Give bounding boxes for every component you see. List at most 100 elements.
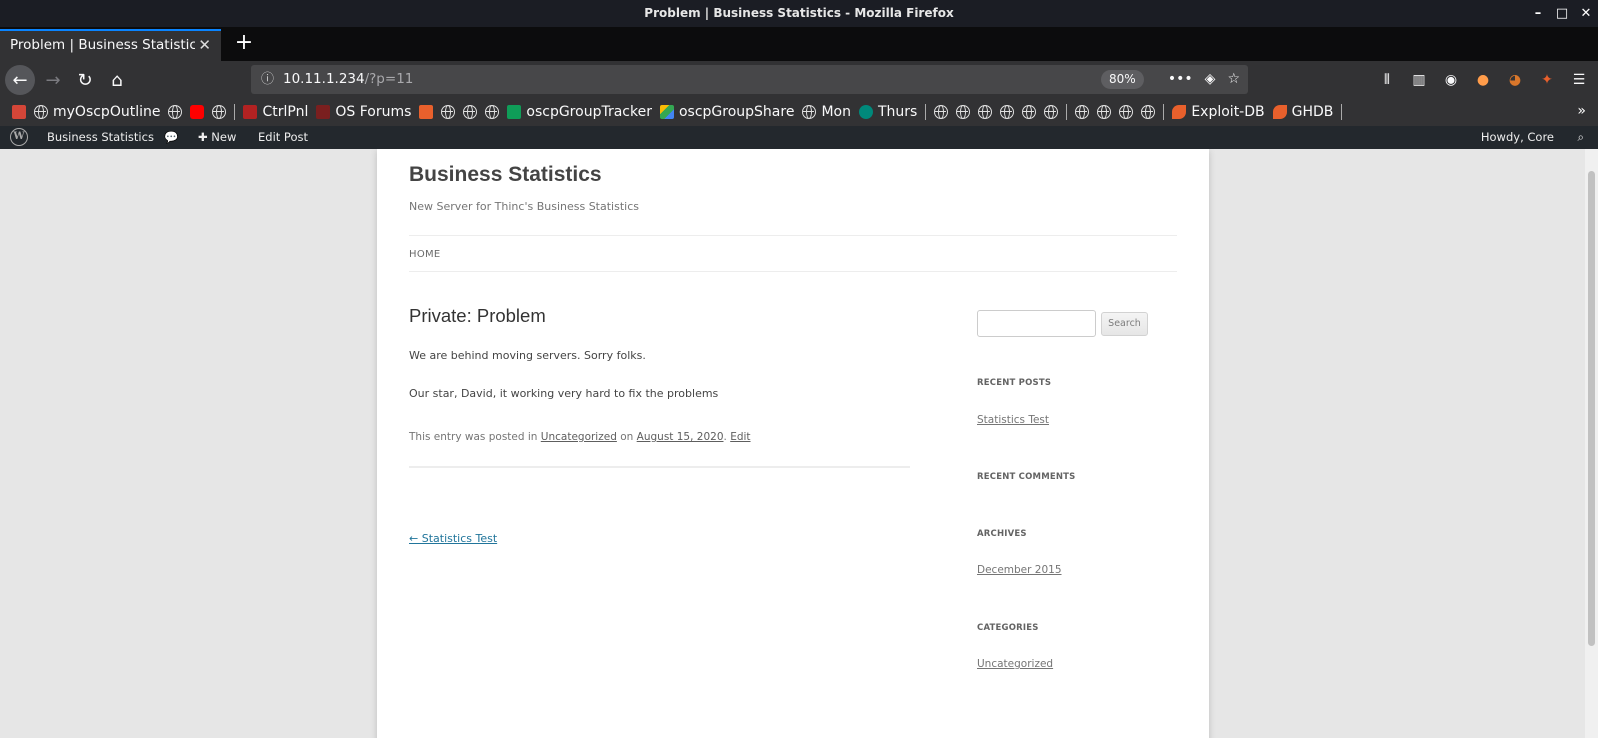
bookmark-myoscpoutline[interactable]: myOscpOutline: [34, 104, 160, 120]
search-icon[interactable]: ⌕: [1578, 126, 1584, 149]
youtube-icon[interactable]: [190, 105, 205, 119]
scrollbar-thumb[interactable]: [1588, 171, 1595, 646]
tab-strip: Problem | Business Statistics ✕ +: [0, 27, 1598, 61]
post-meta: This entry was posted in Uncategorized o…: [409, 431, 751, 443]
wordpress-logo-icon[interactable]: W: [10, 128, 28, 146]
globe-icon[interactable]: [1119, 105, 1134, 119]
exploit-db-icon: [1172, 105, 1187, 119]
wp-howdy[interactable]: Howdy, Core: [1481, 126, 1554, 149]
bookmark-label: Mon: [821, 104, 851, 120]
url-bar[interactable]: ⓘ 10.11.1.234/?p=11 80% ••• ◈ ☆: [251, 65, 1248, 94]
page-viewport: Business Statistics New Server for Thinc…: [0, 149, 1598, 738]
edit-link[interactable]: Edit: [730, 431, 750, 443]
new-tab-button[interactable]: +: [232, 29, 256, 59]
home-button[interactable]: ⌂: [102, 65, 132, 95]
bookmark-separator: [1341, 104, 1343, 120]
globe-icon[interactable]: [485, 105, 500, 119]
bookmark-star-icon[interactable]: ☆: [1227, 65, 1240, 94]
sidebar-search-input[interactable]: [977, 310, 1096, 337]
site-description: New Server for Thinc's Business Statisti…: [409, 200, 639, 213]
lightning-icon[interactable]: [419, 105, 434, 119]
os-forums-icon: [316, 105, 331, 119]
bookmark-mon[interactable]: Mon: [802, 104, 851, 120]
gmail-icon[interactable]: [12, 105, 26, 119]
globe-icon[interactable]: [1075, 105, 1090, 119]
info-icon[interactable]: ⓘ: [261, 65, 274, 94]
globe-icon: [34, 105, 48, 119]
bookmark-label: oscpGroupShare: [678, 104, 795, 120]
reload-button[interactable]: ↻: [70, 65, 100, 95]
extension-fox-icon[interactable]: ✦: [1538, 71, 1556, 89]
nav-toolbar: ← → ↻ ⌂ ⓘ 10.11.1.234/?p=11 80% ••• ◈ ☆ …: [0, 61, 1598, 98]
bookmark-separator: [925, 104, 927, 120]
library-icon[interactable]: ⫴: [1378, 71, 1396, 89]
category-link[interactable]: Uncategorized: [541, 431, 617, 443]
bookmark-os-forums[interactable]: OS Forums: [316, 104, 411, 120]
maximize-icon[interactable]: □: [1556, 6, 1568, 21]
globe-icon[interactable]: [1022, 105, 1037, 119]
nav-divider-top: [409, 235, 1177, 236]
bookmark-label: OS Forums: [335, 104, 412, 120]
bookmark-oscpgrouptracker[interactable]: oscpGroupTracker: [507, 104, 652, 120]
date-link[interactable]: August 15, 2020: [637, 431, 724, 443]
globe-icon[interactable]: [212, 105, 227, 119]
globe-icon[interactable]: [956, 105, 971, 119]
globe-icon[interactable]: [978, 105, 993, 119]
firefox-window: Problem | Business Statistics - Mozilla …: [0, 0, 1598, 738]
globe-icon[interactable]: [1141, 105, 1156, 119]
category-sidebar-link[interactable]: Uncategorized: [977, 658, 1053, 670]
sidebar-search-button[interactable]: Search: [1101, 312, 1148, 336]
github-icon[interactable]: [441, 105, 456, 119]
menu-icon[interactable]: ☰: [1570, 71, 1588, 89]
window-title: Problem | Business Statistics - Mozilla …: [644, 6, 954, 20]
globe-icon[interactable]: [1044, 105, 1059, 119]
wp-edit-post[interactable]: Edit Post: [258, 126, 308, 149]
sidebar-icon[interactable]: ▥: [1410, 71, 1428, 89]
minimize-icon[interactable]: –: [1532, 6, 1544, 21]
chevron-right-icon[interactable]: »: [1577, 103, 1586, 119]
previous-post-link[interactable]: ← Statistics Test: [409, 532, 497, 545]
meet-icon: [858, 105, 873, 119]
url-actions: ••• ◈ ☆: [1168, 65, 1240, 94]
globe-icon[interactable]: [1000, 105, 1015, 119]
tab-active[interactable]: Problem | Business Statistics ✕: [0, 29, 221, 61]
comment-icon[interactable]: 💬: [164, 126, 178, 149]
forward-button[interactable]: →: [38, 65, 68, 95]
plus-icon: ✚: [198, 130, 212, 144]
back-button[interactable]: ←: [5, 65, 35, 95]
zoom-indicator[interactable]: 80%: [1101, 70, 1144, 89]
bookmark-exploit-db[interactable]: Exploit-DB: [1172, 104, 1265, 120]
account-icon[interactable]: ◉: [1442, 71, 1460, 89]
tab-close-icon[interactable]: ✕: [198, 31, 211, 59]
toolbar-right: ⫴ ▥ ◉ ● ◕ ✦ ☰: [1378, 65, 1588, 95]
recent-post-link[interactable]: Statistics Test: [977, 414, 1049, 426]
extension-foxyproxy-icon[interactable]: ●: [1474, 71, 1492, 89]
wp-new-button[interactable]: ✚ New: [198, 126, 236, 149]
meta-on: on: [620, 431, 634, 443]
wp-site-name[interactable]: Business Statistics: [47, 126, 154, 149]
page-scrollbar[interactable]: [1585, 149, 1598, 738]
globe-icon[interactable]: [1097, 105, 1112, 119]
globe-icon[interactable]: [934, 105, 949, 119]
url-text[interactable]: 10.11.1.234/?p=11: [283, 65, 413, 94]
bookmark-ctrlpnl[interactable]: CtrlPnl: [243, 104, 308, 120]
bookmark-thurs[interactable]: Thurs: [858, 104, 917, 120]
close-window-icon[interactable]: ✕: [1580, 6, 1592, 21]
bookmark-oscpgroupshare[interactable]: oscpGroupShare: [659, 104, 795, 120]
globe-icon[interactable]: [168, 105, 183, 119]
pocket-icon[interactable]: ◈: [1205, 65, 1216, 94]
extension-cookie-icon[interactable]: ◕: [1506, 71, 1524, 89]
site-title[interactable]: Business Statistics: [409, 163, 602, 187]
archive-link[interactable]: December 2015: [977, 564, 1062, 576]
url-path: /?p=11: [364, 71, 414, 87]
bookmark-label: CtrlPnl: [262, 104, 309, 120]
page-actions-icon[interactable]: •••: [1168, 65, 1193, 94]
menu-home-link[interactable]: HOME: [409, 249, 441, 260]
ghdb-icon: [1272, 105, 1287, 119]
drive-icon: [659, 105, 674, 119]
arrow-left-icon: ←: [12, 69, 28, 91]
globe-icon[interactable]: [463, 105, 478, 119]
meta-prefix: This entry was posted in: [409, 431, 538, 443]
bookmark-ghdb[interactable]: GHDB: [1272, 104, 1333, 120]
bookmarks-toolbar: myOscpOutline CtrlPnl OS Forums oscpGrou…: [0, 98, 1598, 126]
